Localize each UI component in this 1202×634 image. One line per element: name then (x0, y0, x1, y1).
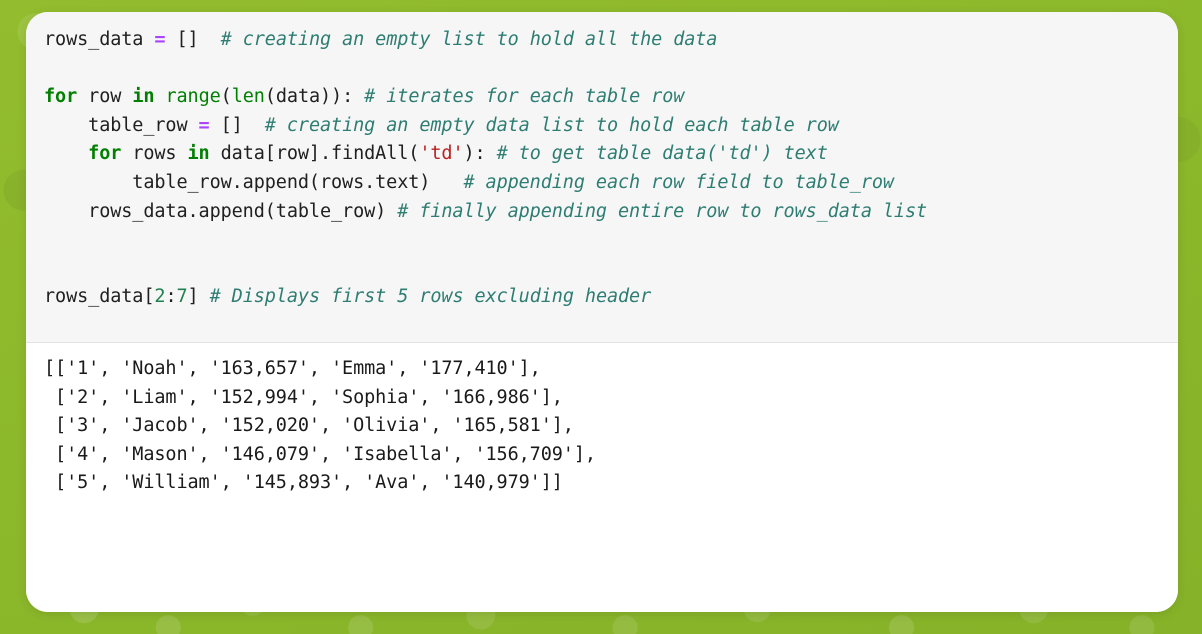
code-token-cmt: # finally appending entire row to rows_d… (397, 200, 928, 222)
code-token-txt: ( (220, 86, 232, 108)
code-line: for row in range(len(data)): # iterates … (44, 83, 1160, 112)
code-token-kw: for (88, 143, 122, 165)
code-token-txt: row (77, 86, 133, 108)
code-line: rows_data.append(table_row) # finally ap… (44, 198, 1160, 227)
code-line: for rows in data[row].findAll('td'): # t… (44, 140, 1160, 169)
output-line: ['4', 'Mason', '146,079', 'Isabella', '1… (44, 443, 596, 465)
code-token-op: = (198, 114, 210, 136)
code-token-cmt: # to get table data('td') text (496, 143, 828, 165)
code-token-cmt: # creating an empty list to hold all the… (220, 29, 718, 50)
code-token-txt: ] (187, 286, 210, 308)
notebook-card: rows_data = [] # creating an empty list … (26, 12, 1178, 612)
code-line: table_row.append(rows.text) # appending … (44, 169, 1160, 198)
code-token-kw: in (132, 86, 155, 108)
code-editor-lines[interactable]: rows_data = [] # creating an empty list … (26, 26, 1178, 312)
output-cell: [['1', 'Noah', '163,657', 'Emma', '177,4… (26, 343, 1178, 612)
code-token-cmt: # Displays first 5 rows excluding header (209, 286, 652, 308)
output-text: [['1', 'Noah', '163,657', 'Emma', '177,4… (44, 355, 1160, 498)
code-token-cmt: # creating an empty data list to hold ea… (264, 114, 839, 136)
code-token-bi: len (231, 86, 265, 108)
code-token-op: = (154, 29, 166, 50)
code-token-num: 2 (154, 286, 166, 308)
code-token-txt: rows_data (44, 29, 155, 50)
code-token-txt: table_row.append(rows.text) (44, 171, 464, 193)
code-line: rows_data = [] # creating an empty list … (44, 26, 1160, 55)
code-line: rows_data[2:7] # Displays first 5 rows e… (44, 283, 1160, 312)
code-token-txt: [] (165, 29, 221, 50)
code-line: table_row = [] # creating an empty data … (44, 112, 1160, 141)
code-token-txt: rows (121, 143, 188, 165)
output-line: ['5', 'William', '145,893', 'Ava', '140,… (44, 472, 563, 494)
code-token-str: 'td' (419, 143, 464, 165)
output-line: ['2', 'Liam', '152,994', 'Sophia', '166,… (44, 386, 563, 408)
output-line: ['3', 'Jacob', '152,020', 'Olivia', '165… (44, 415, 574, 437)
code-token-kw: for (44, 86, 78, 108)
code-token-txt: rows_data.append(table_row) (44, 200, 398, 222)
code-token-cmt: # iterates for each table row (364, 86, 685, 108)
code-token-txt: ): (463, 143, 497, 165)
code-token-num: 7 (176, 286, 188, 308)
code-token-txt: [] (209, 114, 265, 136)
code-cell[interactable]: rows_data = [] # creating an empty list … (26, 12, 1178, 343)
code-token-txt: data[row].findAll( (209, 143, 420, 165)
code-token-txt: : (165, 286, 177, 308)
code-token-txt: rows_data[ (44, 286, 155, 308)
code-token-bi: range (165, 86, 221, 108)
output-line: [['1', 'Noah', '163,657', 'Emma', '177,4… (44, 358, 541, 379)
code-token-cmt: # appending each row field to table_row (463, 171, 894, 193)
code-token-kw: in (187, 143, 210, 165)
code-token-txt: (data)): (264, 86, 365, 108)
code-token-txt: table_row (44, 114, 199, 136)
